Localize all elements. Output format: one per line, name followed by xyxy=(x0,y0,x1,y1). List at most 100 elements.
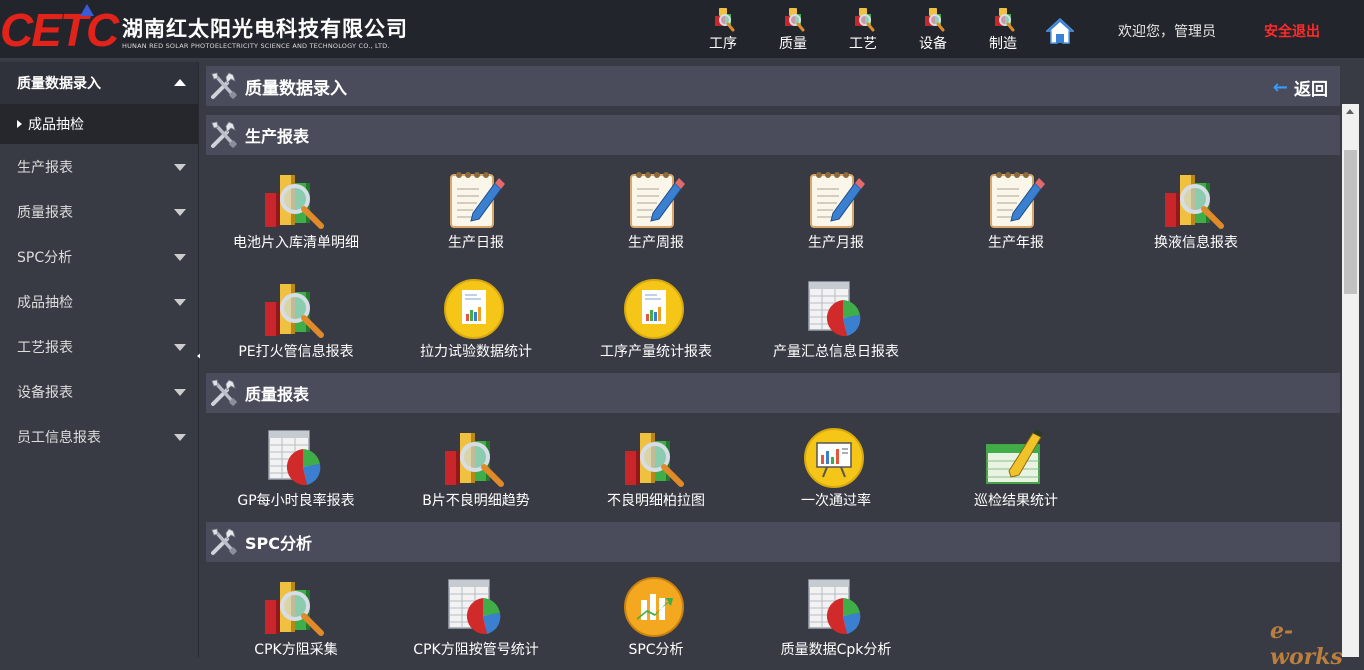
sidebar-group-quality-entry[interactable]: 质量数据录入 xyxy=(0,62,198,104)
robot-icon xyxy=(991,6,1015,32)
tile-label: 电池片入库清单明细 xyxy=(233,235,359,251)
tile-label: 拉力试验数据统计 xyxy=(420,344,532,360)
nav-item-manufacturing[interactable]: 制造 xyxy=(968,4,1038,56)
tile-label: 生产日报 xyxy=(448,235,504,251)
report-tile[interactable]: SPC分析 xyxy=(566,562,746,657)
report-tile[interactable]: 一次通过率 xyxy=(746,413,926,522)
nav-item-equipment[interactable]: 设备 xyxy=(898,4,968,56)
sidebar-item-equipment-report[interactable]: 设备报表 xyxy=(0,369,198,414)
report-tile[interactable]: 工序产量统计报表 xyxy=(566,264,746,373)
page-title: 质量数据录入 xyxy=(245,78,347,99)
back-button[interactable]: ← 返回 xyxy=(1273,75,1328,100)
section-title: SPC分析 xyxy=(245,534,312,553)
logo: CETC xyxy=(0,4,119,56)
company-name-en: HUNAN RED SOLAR PHOTOELECTRICITY SCIENCE… xyxy=(122,42,390,50)
sidebar-item-label: 工艺报表 xyxy=(17,339,73,356)
logout-button[interactable]: 安全退出 xyxy=(1264,21,1320,41)
chevron-down-icon xyxy=(174,209,186,216)
report-tile[interactable]: 质量数据Cpk分析 xyxy=(746,562,926,657)
report-tile[interactable]: 拉力试验数据统计 xyxy=(386,264,566,373)
bar-chart-magnifier-icon xyxy=(623,427,685,489)
report-tile[interactable]: 产量汇总信息日报表 xyxy=(746,264,926,373)
tools-icon xyxy=(209,378,239,408)
sidebar-item-inspection[interactable]: 成品抽检 xyxy=(0,279,198,324)
tile-label: 巡检结果统计 xyxy=(974,493,1058,509)
tools-icon xyxy=(209,527,239,557)
bar-chart-magnifier-icon xyxy=(263,576,325,638)
vertical-scrollbar[interactable] xyxy=(1342,104,1359,657)
nav-label: 工艺 xyxy=(849,36,877,52)
back-label: 返回 xyxy=(1294,80,1328,100)
tile-label: B片不良明细趋势 xyxy=(422,493,530,509)
nav-item-quality[interactable]: 质量 xyxy=(758,4,828,56)
tile-label: 不良明细柏拉图 xyxy=(607,493,705,509)
chevron-down-icon xyxy=(174,389,186,396)
nav-label: 质量 xyxy=(779,36,807,52)
sidebar-item-label: 生产报表 xyxy=(17,159,73,176)
spreadsheet-pie-icon xyxy=(263,427,325,489)
report-tile[interactable]: 生产周报 xyxy=(566,155,746,264)
sidebar-item-quality-report[interactable]: 质量报表 xyxy=(0,189,198,234)
tile-label: GP每小时良率报表 xyxy=(237,493,355,509)
report-tile[interactable]: 不良明细柏拉图 xyxy=(566,413,746,522)
report-tile[interactable]: PE打火管信息报表 xyxy=(206,264,386,373)
nav-label: 设备 xyxy=(919,36,947,52)
logo-text: CETC xyxy=(0,4,119,56)
logo-triangle-icon xyxy=(80,4,94,16)
chevron-down-icon xyxy=(174,434,186,441)
robot-icon xyxy=(781,6,805,32)
bar-chart-magnifier-icon xyxy=(263,169,325,231)
sidebar-item-staff-report[interactable]: 员工信息报表 xyxy=(0,414,198,459)
tile-label: PE打火管信息报表 xyxy=(238,344,354,360)
sidebar-group-label: 质量数据录入 xyxy=(17,76,101,92)
tile-label: 换液信息报表 xyxy=(1154,235,1238,251)
sidebar-subitem-label: 成品抽检 xyxy=(28,117,84,133)
report-tile[interactable]: 换液信息报表 xyxy=(1106,155,1286,264)
section-header-quality: 质量报表 xyxy=(206,373,1340,413)
top-nav: 工序 质量 工艺 设备 制造 xyxy=(688,4,1038,56)
tile-label: 生产周报 xyxy=(628,235,684,251)
sidebar-item-label: 成品抽检 xyxy=(17,294,73,311)
sidebar-item-spc[interactable]: SPC分析 xyxy=(0,234,198,279)
notepad-pencil-icon xyxy=(803,169,865,231)
section-title: 生产报表 xyxy=(245,127,310,146)
bar-chart-magnifier-icon xyxy=(443,427,505,489)
yellow-report-icon xyxy=(443,278,505,340)
sidebar-item-craft-report[interactable]: 工艺报表 xyxy=(0,324,198,369)
report-tile[interactable]: 生产月报 xyxy=(746,155,926,264)
report-tile[interactable]: 电池片入库清单明细 xyxy=(206,155,386,264)
welcome-text: 欢迎您，管理员 xyxy=(1118,24,1216,40)
report-tile[interactable]: CPK方阻采集 xyxy=(206,562,386,657)
scrollbar-thumb[interactable] xyxy=(1344,150,1357,294)
chevron-down-icon xyxy=(174,164,186,171)
report-tile[interactable]: B片不良明细趋势 xyxy=(386,413,566,522)
presentation-board-icon xyxy=(803,427,865,489)
sidebar-item-label: 设备报表 xyxy=(17,384,73,401)
tile-label: 质量数据Cpk分析 xyxy=(780,642,892,657)
tile-label: 工序产量统计报表 xyxy=(600,344,712,360)
home-icon[interactable] xyxy=(1046,17,1074,45)
report-tile[interactable]: 巡检结果统计 xyxy=(926,413,1106,522)
watermark: e-works xyxy=(1270,618,1343,670)
nav-item-craft[interactable]: 工艺 xyxy=(828,4,898,56)
spreadsheet-pie-icon xyxy=(803,278,865,340)
scroll-up-icon[interactable] xyxy=(1346,109,1354,114)
arrow-left-icon: ← xyxy=(1272,77,1288,98)
chevron-up-icon xyxy=(174,79,186,86)
main-content: 质量数据录入 ← 返回 生产报表 电池片入库清单明细 生产日报 生产周报 生产月报… xyxy=(200,62,1364,657)
green-ledger-pen-icon xyxy=(983,427,1045,489)
tile-grid-spc: CPK方阻采集 CPK方阻按管号统计 SPC分析 质量数据Cpk分析 xyxy=(206,562,1340,657)
section-title: 质量报表 xyxy=(245,385,310,404)
report-tile[interactable]: 生产日报 xyxy=(386,155,566,264)
sidebar-item-production-report[interactable]: 生产报表 xyxy=(0,144,198,189)
tools-icon xyxy=(209,71,239,101)
report-tile[interactable]: CPK方阻按管号统计 xyxy=(386,562,566,657)
sidebar-subitem-inspection[interactable]: 成品抽检 xyxy=(0,104,198,144)
report-tile[interactable]: GP每小时良率报表 xyxy=(206,413,386,522)
sidebar-item-label: SPC分析 xyxy=(17,249,73,266)
notepad-pencil-icon xyxy=(983,169,1045,231)
spreadsheet-pie-icon xyxy=(443,576,505,638)
tile-label: CPK方阻按管号统计 xyxy=(413,642,539,657)
nav-item-process[interactable]: 工序 xyxy=(688,4,758,56)
report-tile[interactable]: 生产年报 xyxy=(926,155,1106,264)
